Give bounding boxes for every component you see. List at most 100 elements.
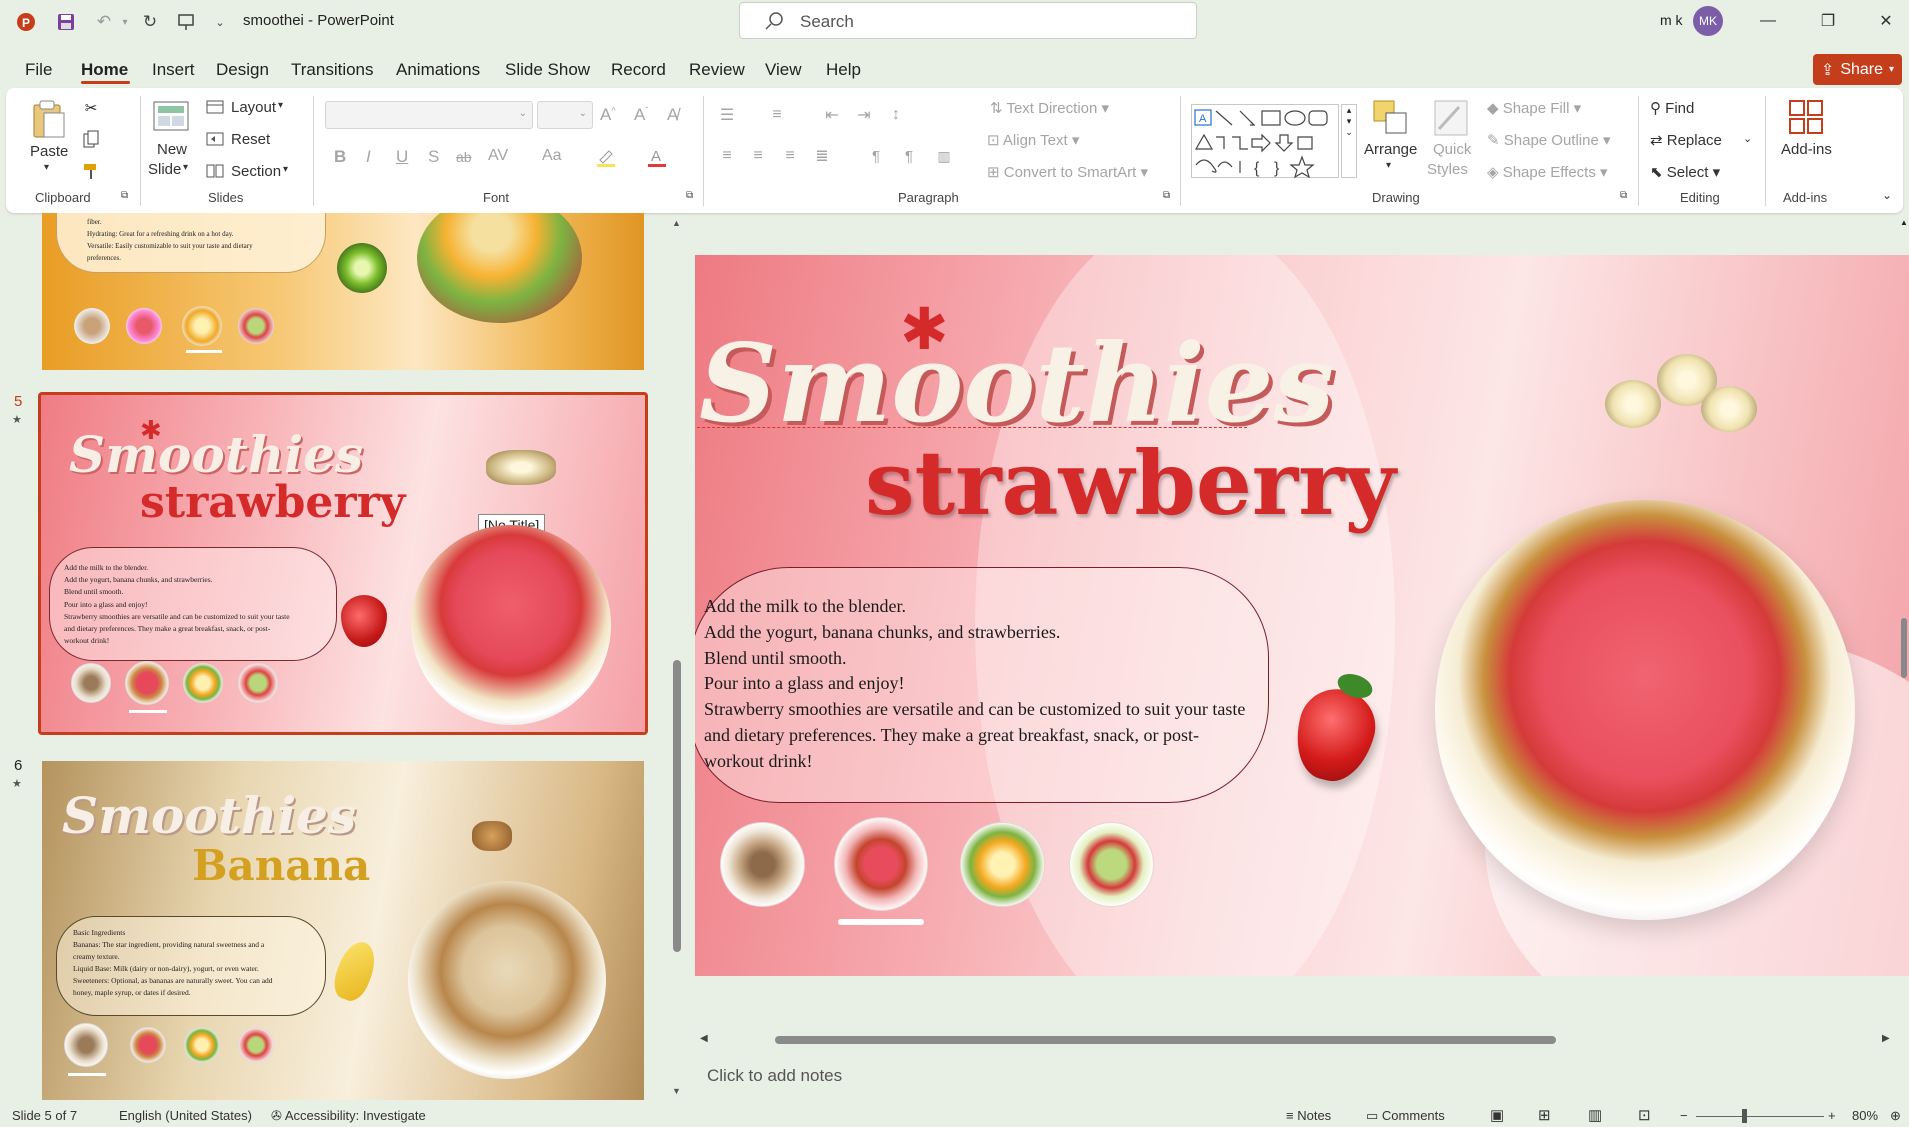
tab-transitions[interactable]: Transitions <box>291 60 374 80</box>
section-button[interactable]: Section <box>231 163 281 180</box>
change-case-button[interactable]: Aa <box>542 147 562 165</box>
new-slide-dropdown-icon[interactable]: ▾ <box>183 162 188 173</box>
nav-circle-3[interactable] <box>960 822 1045 907</box>
convert-smartart-button[interactable]: ⊞ Convert to SmartArt ▾ <box>987 163 1148 181</box>
quick-styles-button[interactable]: Quick <box>1433 141 1471 158</box>
slide-thumbnail-4[interactable]: fiber. Hydrating: Great for a refreshing… <box>42 213 644 370</box>
tab-slide-show[interactable]: Slide Show <box>505 60 590 80</box>
arrange-icon[interactable] <box>1371 98 1409 138</box>
tab-file[interactable]: File <box>25 60 52 80</box>
paste-dropdown-icon[interactable]: ▾ <box>44 162 49 173</box>
slideshow-view-icon[interactable]: ⊡ <box>1638 1106 1651 1124</box>
add-ins-icon[interactable] <box>1787 98 1825 136</box>
tab-design[interactable]: Design <box>216 60 269 80</box>
add-ins-button[interactable]: Add-ins <box>1781 141 1832 158</box>
present-icon[interactable] <box>174 10 198 34</box>
arrange-button[interactable]: Arrange <box>1364 141 1417 158</box>
tab-insert[interactable]: Insert <box>152 60 195 80</box>
increase-font-icon[interactable]: A^ <box>600 105 616 125</box>
user-name[interactable]: m k <box>1660 12 1683 28</box>
close-icon[interactable]: ✕ <box>1866 8 1906 34</box>
quick-styles-icon[interactable] <box>1432 98 1470 138</box>
tab-home[interactable]: Home <box>81 60 128 80</box>
ltr-icon[interactable]: ¶ <box>864 146 888 166</box>
copy-icon[interactable] <box>80 128 102 150</box>
reading-view-icon[interactable]: ▥ <box>1588 1106 1602 1124</box>
reset-icon[interactable] <box>205 130 225 148</box>
clear-formatting-icon[interactable]: A̸ <box>667 105 678 125</box>
new-slide-button[interactable]: New <box>157 141 187 158</box>
scrollbar-thumb[interactable] <box>775 1036 1556 1044</box>
bullets-icon[interactable]: ☰ <box>715 105 739 125</box>
font-color-icon[interactable]: A <box>645 145 669 169</box>
tab-view[interactable]: View <box>765 60 802 80</box>
tab-record[interactable]: Record <box>611 60 666 80</box>
normal-view-icon[interactable]: ▣ <box>1490 1106 1504 1124</box>
align-right-icon[interactable]: ≡ <box>778 146 802 166</box>
text-direction-button[interactable]: ⇅ Text Direction ▾ <box>990 99 1109 117</box>
notes-button[interactable]: ≡ Notes <box>1286 1108 1331 1123</box>
character-spacing-button[interactable]: AV <box>488 147 508 165</box>
zoom-in-icon[interactable]: + <box>1828 1108 1836 1123</box>
thumbnail-scrollbar[interactable]: ▲ ▼ <box>670 218 684 1098</box>
save-icon[interactable] <box>54 10 78 34</box>
bold-button[interactable]: B <box>334 147 346 167</box>
main-slide-canvas[interactable]: ✱ Smoothies strawberry Add the milk to t… <box>695 255 1909 976</box>
zoom-slider[interactable] <box>1696 1116 1824 1117</box>
align-left-icon[interactable]: ≡ <box>715 146 739 166</box>
shape-effects-button[interactable]: ◈ Shape Effects ▾ <box>1487 163 1608 181</box>
collapse-ribbon-icon[interactable]: ⌄ <box>1882 188 1892 202</box>
strikethrough-button[interactable]: ab <box>456 149 472 165</box>
align-text-button[interactable]: ⊡ Align Text ▾ <box>987 131 1079 149</box>
new-slide-icon[interactable] <box>152 99 190 133</box>
tab-animations[interactable]: Animations <box>396 60 480 80</box>
highlight-icon[interactable] <box>594 145 618 169</box>
slide-title-smoothies[interactable]: Smoothies <box>699 321 1334 447</box>
font-launcher-icon[interactable]: ⧉ <box>686 190 693 201</box>
paste-icon[interactable] <box>28 98 68 140</box>
replace-dropdown-icon[interactable]: ⌄ <box>1743 132 1752 145</box>
numbering-icon[interactable]: ≡ <box>765 105 789 125</box>
arrange-dropdown-icon[interactable]: ▾ <box>1386 160 1391 171</box>
italic-button[interactable]: I <box>366 147 371 167</box>
scrollbar-thumb[interactable] <box>1901 618 1907 678</box>
format-painter-icon[interactable] <box>80 160 102 182</box>
language[interactable]: English (United States) <box>119 1108 252 1123</box>
slide-sorter-icon[interactable]: ⊞ <box>1538 1106 1551 1124</box>
cut-icon[interactable]: ✂ <box>80 97 102 119</box>
decrease-indent-icon[interactable]: ⇤ <box>820 105 844 125</box>
slide-thumbnail-5[interactable]: Smoothies ✱ strawberry [No Title] Add th… <box>38 392 648 735</box>
slide-textbox[interactable]: Add the milk to the blender. Add the yog… <box>704 594 1245 775</box>
layout-button[interactable]: Layout <box>231 99 276 116</box>
tab-review[interactable]: Review <box>689 60 745 80</box>
section-icon[interactable] <box>205 162 225 180</box>
zoom-out-icon[interactable]: − <box>1680 1108 1688 1123</box>
shape-outline-button[interactable]: ✎ Shape Outline ▾ <box>1487 131 1611 149</box>
scroll-right-icon[interactable]: ▶ <box>1882 1033 1890 1044</box>
increase-indent-icon[interactable]: ⇥ <box>852 105 876 125</box>
shadow-button[interactable]: S <box>428 147 439 167</box>
comments-button[interactable]: ▭ Comments <box>1366 1108 1445 1124</box>
quick-styles-button-line2[interactable]: Styles <box>1427 161 1468 178</box>
accessibility-status[interactable]: ✇ Accessibility: Investigate <box>271 1108 426 1124</box>
underline-button[interactable]: U <box>396 147 408 167</box>
line-spacing-icon[interactable]: ↕ <box>884 105 908 125</box>
slide-thumbnail-panel[interactable]: fiber. Hydrating: Great for a refreshing… <box>0 213 668 1100</box>
new-slide-button-line2[interactable]: Slide <box>148 161 181 178</box>
drawing-launcher-icon[interactable]: ⧉ <box>1620 190 1627 201</box>
slide-title-strawberry[interactable]: strawberry <box>865 431 1396 535</box>
share-button[interactable]: ⇪ Share ▾ <box>1813 54 1902 85</box>
rtl-icon[interactable]: ¶ <box>897 146 921 166</box>
align-center-icon[interactable]: ≡ <box>746 146 770 166</box>
font-size-combobox[interactable]: ⌄ <box>537 101 593 129</box>
layout-icon[interactable] <box>205 98 225 116</box>
tab-help[interactable]: Help <box>826 60 861 80</box>
scroll-up-icon[interactable]: ▲ <box>672 218 681 228</box>
slide-thumbnail-6[interactable]: Smoothies Banana Basic Ingredients Banan… <box>42 761 644 1100</box>
shape-fill-button[interactable]: ◆ Shape Fill ▾ <box>1487 99 1581 117</box>
nav-circle-4[interactable] <box>1069 822 1154 907</box>
redo-icon[interactable]: ↻ <box>138 10 162 34</box>
zoom-slider-thumb[interactable] <box>1742 1109 1747 1123</box>
scroll-up-icon[interactable]: ▲ <box>1900 218 1908 227</box>
shapes-gallery[interactable]: A {} <box>1191 104 1339 179</box>
